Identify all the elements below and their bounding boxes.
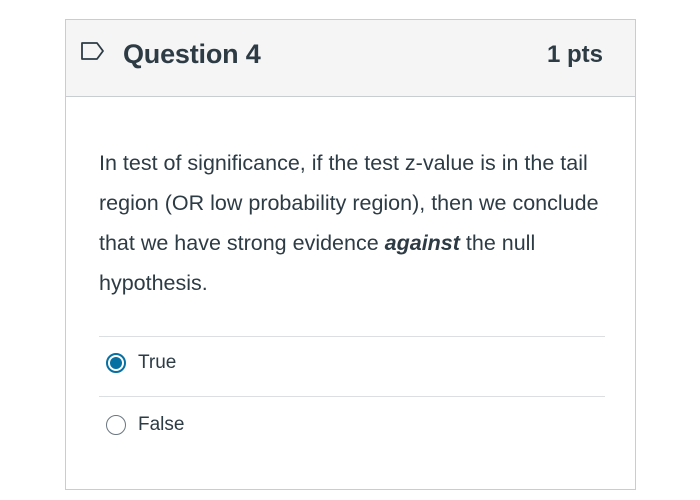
answer-false[interactable]: False [106, 405, 184, 445]
answers-middle-divider [99, 396, 605, 397]
question-text: In test of significance, if the test z-v… [99, 143, 609, 303]
question-text-emphasis: against [384, 231, 460, 255]
question-points: 1 pts [546, 41, 603, 68]
flag-icon[interactable] [80, 41, 106, 61]
answer-true[interactable]: True [106, 343, 176, 383]
answer-label: False [138, 414, 185, 435]
question-title: Question 4 [123, 39, 261, 69]
answer-label: True [138, 352, 177, 373]
answers-top-divider [99, 336, 605, 337]
question-card: Question 4 1 pts In test of significance… [65, 19, 636, 490]
radio-unselected-icon[interactable] [106, 415, 126, 435]
question-header: Question 4 1 pts [66, 20, 635, 97]
radio-selected-icon[interactable] [106, 353, 126, 373]
